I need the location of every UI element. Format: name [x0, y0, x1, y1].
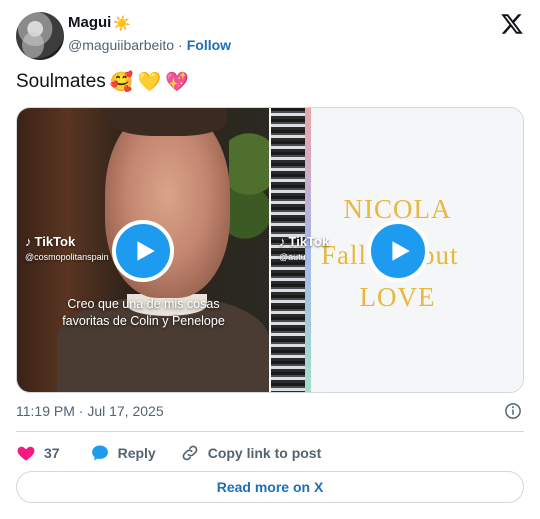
reply-bubble-icon — [91, 445, 108, 461]
video-thumbnail-1[interactable]: ♪ TikTok @cosmopolitanspain Creo que una… — [17, 108, 269, 392]
author-handle[interactable]: @maguiibarbeito — [68, 37, 174, 53]
yellow-heart-emoji-icon: 💛 — [137, 71, 162, 93]
video-title-line2b: out — [421, 240, 459, 270]
background-plant — [229, 128, 269, 248]
video-caption: Creo que una de mis cosas favoritas de C… — [17, 296, 269, 330]
separator-dot: · — [178, 37, 183, 53]
video-thumbnail-2[interactable]: NICOLA Fall out LOVE ♪ TikTok @autu — [271, 108, 523, 392]
divider — [16, 431, 524, 432]
copy-link-label: Copy link to post — [207, 445, 322, 461]
tiktok-brand-label: TikTok — [34, 234, 76, 249]
tiktok-watermark: ♪ TikTok @cosmopolitanspain — [25, 234, 109, 262]
like-count: 37 — [44, 445, 60, 461]
action-bar: 37 Reply Copy link to post — [16, 441, 321, 465]
reply-button[interactable]: Reply — [90, 443, 156, 463]
avatar[interactable] — [16, 12, 64, 60]
info-icon[interactable] — [504, 402, 522, 420]
tiktok-brand: ♪ TikTok — [25, 234, 109, 249]
sun-emoji-icon: ☀️ — [113, 14, 131, 31]
tiktok-brand-2: ♪ TikTok — [279, 234, 329, 249]
author-handle-row: @maguiibarbeito · Follow — [68, 37, 231, 53]
like-button[interactable]: 37 — [16, 443, 90, 463]
author-name-row[interactable]: Magui ☀️ — [68, 14, 131, 31]
tweet-text-content: Soulmates — [16, 71, 106, 92]
tiktok-logo-icon: ♪ — [279, 234, 286, 249]
follow-button[interactable]: Follow — [187, 37, 231, 53]
play-button[interactable] — [112, 220, 174, 282]
tiktok-username: @cosmopolitanspain — [25, 252, 109, 262]
video-caption-line1: Creo que una de mis cosas — [67, 297, 220, 311]
heart-icon — [17, 446, 35, 461]
tweet-text: Soulmates 🥰 💛 💖 — [16, 71, 189, 93]
video-caption-line2: favoritas de Colin y Penelope — [62, 314, 225, 328]
video-person-hair — [109, 108, 227, 136]
play-icon — [392, 241, 410, 261]
smiling-hearts-emoji-icon: 🥰 — [109, 71, 134, 93]
author-name[interactable]: Magui — [68, 14, 111, 31]
play-button-2[interactable] — [367, 220, 429, 282]
x-logo-icon[interactable] — [500, 12, 524, 36]
tiktok-logo-icon: ♪ — [25, 234, 32, 249]
tiktok-watermark-2: ♪ TikTok @autu — [279, 234, 329, 262]
copy-link-button[interactable]: Copy link to post — [180, 443, 322, 463]
tiktok-username-2: @autu — [279, 252, 306, 262]
tweet-card: Magui ☀️ @maguiibarbeito · Follow Soulma… — [0, 0, 540, 519]
video-title-line3: LOVE — [359, 282, 436, 312]
sparkling-heart-emoji-icon: 💖 — [165, 71, 189, 93]
link-icon — [182, 445, 198, 461]
tweet-timestamp[interactable]: 11:19 PM · Jul 17, 2025 — [16, 403, 164, 419]
media-grid: ♪ TikTok @cosmopolitanspain Creo que una… — [16, 107, 524, 393]
tiktok-brand-label-2: TikTok — [288, 234, 330, 249]
play-icon — [137, 241, 155, 261]
reply-label: Reply — [117, 445, 156, 461]
read-more-button[interactable]: Read more on X — [16, 471, 524, 503]
